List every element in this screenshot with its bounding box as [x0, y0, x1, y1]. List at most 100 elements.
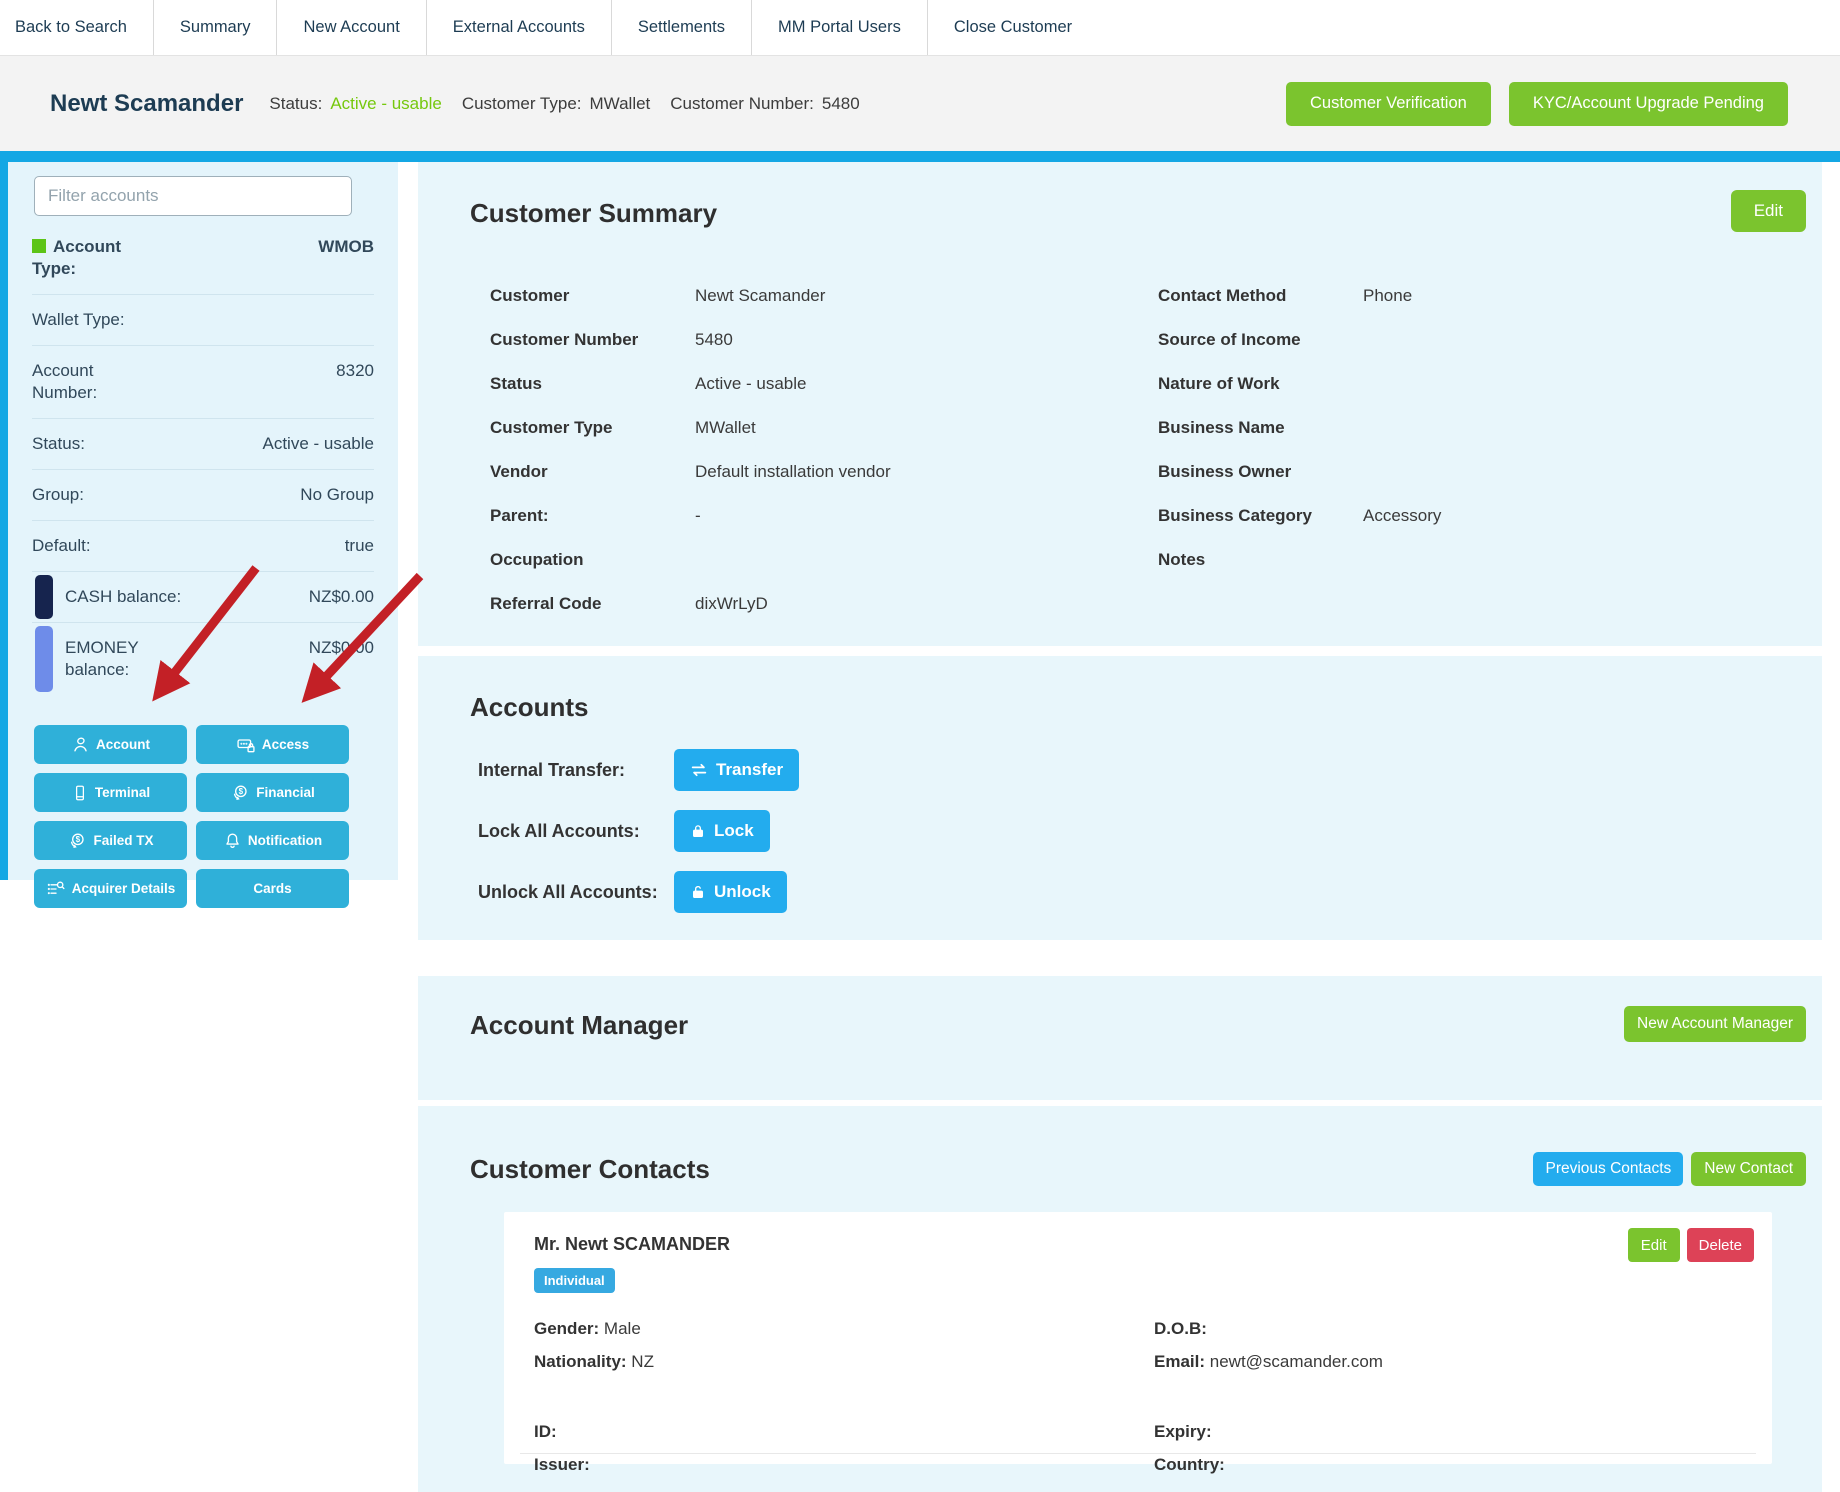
customer-contacts-title: Customer Contacts	[470, 1153, 710, 1184]
acquirer-details-button[interactable]: Acquirer Details	[34, 869, 187, 908]
status-row-value: Active - usable	[262, 434, 375, 453]
customer-number-value: 5480	[821, 93, 860, 113]
edit-summary-button[interactable]: Edit	[1730, 190, 1806, 232]
card-lock-icon	[237, 738, 255, 752]
mobile-icon	[75, 785, 84, 800]
transfer-icon	[691, 763, 707, 777]
sidebar-button-grid: Account Access Terminal $ Financial $ Fa…	[34, 725, 378, 908]
field-row: Customer Type MWallet	[490, 418, 756, 437]
customer-meta: Status: Active - usable Customer Type: M…	[269, 94, 859, 114]
unlock-icon	[693, 886, 703, 898]
filter-accounts-input[interactable]	[34, 176, 352, 216]
unlock-button[interactable]: Unlock	[674, 871, 787, 913]
dollar-circle-icon: $	[234, 785, 247, 800]
customer-contacts-section: Customer Contacts Previous Contacts New …	[418, 1106, 1822, 1492]
field-row: D.O.B:	[1154, 1319, 1207, 1338]
new-contact-button[interactable]: New Contact	[1691, 1152, 1806, 1186]
nav-settlements[interactable]: Settlements	[612, 0, 752, 55]
field-row: Business Owner	[1158, 462, 1292, 481]
field-row: Parent: -	[490, 506, 701, 525]
accounts-sidebar: Account Type: WMOB Wallet Type: Account …	[8, 162, 398, 908]
field-row: Notes	[1158, 550, 1206, 569]
account-button[interactable]: Account	[34, 725, 187, 764]
top-nav: Back to Search Summary New Account Exter…	[0, 0, 1840, 56]
summary-right-column: Contact Method Phone Source of Income Nat…	[1158, 274, 1782, 626]
new-account-manager-button[interactable]: New Account Manager	[1624, 1006, 1806, 1042]
account-number-row: Account Number: 8320	[32, 346, 374, 419]
access-button[interactable]: Access	[196, 725, 349, 764]
field-row: ID:	[534, 1422, 557, 1441]
cash-balance-row: CASH balance: NZ$0.00	[32, 572, 374, 623]
lock-button[interactable]: Lock	[674, 810, 770, 852]
kyc-upgrade-pending-button[interactable]: KYC/Account Upgrade Pending	[1508, 81, 1788, 126]
nav-close-customer[interactable]: Close Customer	[928, 0, 1098, 55]
internal-transfer-row: Internal Transfer: Transfer	[478, 749, 1822, 791]
emoney-balance-bar	[35, 626, 53, 692]
default-value: true	[344, 536, 374, 555]
account-type-swatch	[32, 239, 46, 253]
account-manager-section: Account Manager New Account Manager	[418, 976, 1822, 1100]
account-type-row: Account Type: WMOB	[32, 222, 374, 295]
group-row: Group: No Group	[32, 470, 374, 521]
bell-icon	[226, 833, 239, 848]
dollar-circle-icon: $	[71, 833, 85, 848]
nav-new-account[interactable]: New Account	[277, 0, 427, 55]
failed-tx-button[interactable]: $ Failed TX	[34, 821, 187, 860]
svg-text:$: $	[76, 835, 81, 844]
nav-mm-portal-users[interactable]: MM Portal Users	[752, 0, 928, 55]
accounts-section: Accounts Internal Transfer: Transfer Loc…	[418, 656, 1822, 940]
accent-stripe	[0, 151, 1840, 162]
contact-right-column: D.O.B: Email: newt@scamander.com Expiry:…	[1154, 1312, 1742, 1481]
contact-type-badge: Individual	[534, 1268, 615, 1293]
field-row: Gender: Male	[534, 1319, 641, 1338]
field-row: Customer Number 5480	[490, 330, 733, 349]
field-row: Email: newt@scamander.com	[1154, 1352, 1383, 1371]
field-row: Contact Method Phone	[1158, 286, 1413, 305]
card-divider	[520, 1453, 1756, 1454]
group-label: Group:	[32, 485, 84, 504]
account-number-value: 8320	[336, 361, 374, 380]
status-row: Status: Active - usable	[32, 419, 374, 470]
status-value: Active - usable	[330, 93, 442, 113]
left-accent-rail	[0, 162, 8, 880]
customer-number-label: Customer Number:	[670, 93, 814, 113]
nav-external-accounts[interactable]: External Accounts	[427, 0, 612, 55]
delete-contact-button[interactable]: Delete	[1686, 1228, 1754, 1262]
field-row: Vendor Default installation vendor	[490, 462, 891, 481]
wallet-type-row: Wallet Type:	[32, 295, 374, 346]
cash-balance-bar	[35, 575, 53, 619]
svg-text:$: $	[239, 787, 244, 796]
default-row: Default: true	[32, 521, 374, 572]
field-row: Source of Income	[1158, 330, 1301, 349]
field-row: Nationality: NZ	[534, 1352, 654, 1371]
customer-summary-section: Customer Summary Edit Customer Newt Scama…	[418, 162, 1822, 646]
emoney-balance-value: NZ$0.00	[308, 638, 374, 657]
field-row: Referral Code dixWrLyD	[490, 594, 768, 613]
default-label: Default:	[32, 536, 91, 555]
emoney-balance-row: EMONEY balance: NZ$0.00	[32, 623, 374, 695]
edit-contact-button[interactable]: Edit	[1627, 1228, 1680, 1262]
customer-header: Newt Scamander Status: Active - usable C…	[0, 56, 1840, 151]
account-manager-title: Account Manager	[470, 1010, 689, 1040]
field-row: Occupation	[490, 550, 584, 569]
cards-button[interactable]: Cards	[196, 869, 349, 908]
customer-verification-button[interactable]: Customer Verification	[1286, 81, 1491, 126]
person-icon	[74, 737, 87, 752]
transfer-button[interactable]: Transfer	[674, 749, 800, 791]
financial-button[interactable]: $ Financial	[196, 773, 349, 812]
field-row: Expiry:	[1154, 1422, 1212, 1441]
wallet-type-label: Wallet Type:	[32, 310, 125, 329]
customer-name: Newt Scamander	[50, 89, 244, 117]
previous-contacts-button[interactable]: Previous Contacts	[1533, 1152, 1684, 1186]
notification-button[interactable]: Notification	[196, 821, 349, 860]
nav-back-to-search[interactable]: Back to Search	[0, 0, 154, 55]
field-row: Nature of Work	[1158, 374, 1280, 393]
field-row: Status Active - usable	[490, 374, 807, 393]
contact-card: Mr. Newt SCAMANDER Edit Delete Individua…	[504, 1212, 1772, 1474]
cash-balance-label: CASH balance:	[65, 587, 182, 606]
nav-summary[interactable]: Summary	[154, 0, 278, 55]
terminal-button[interactable]: Terminal	[34, 773, 187, 812]
status-row-label: Status:	[32, 434, 85, 453]
emoney-balance-label: EMONEY balance:	[65, 638, 139, 679]
list-search-icon	[47, 880, 65, 894]
